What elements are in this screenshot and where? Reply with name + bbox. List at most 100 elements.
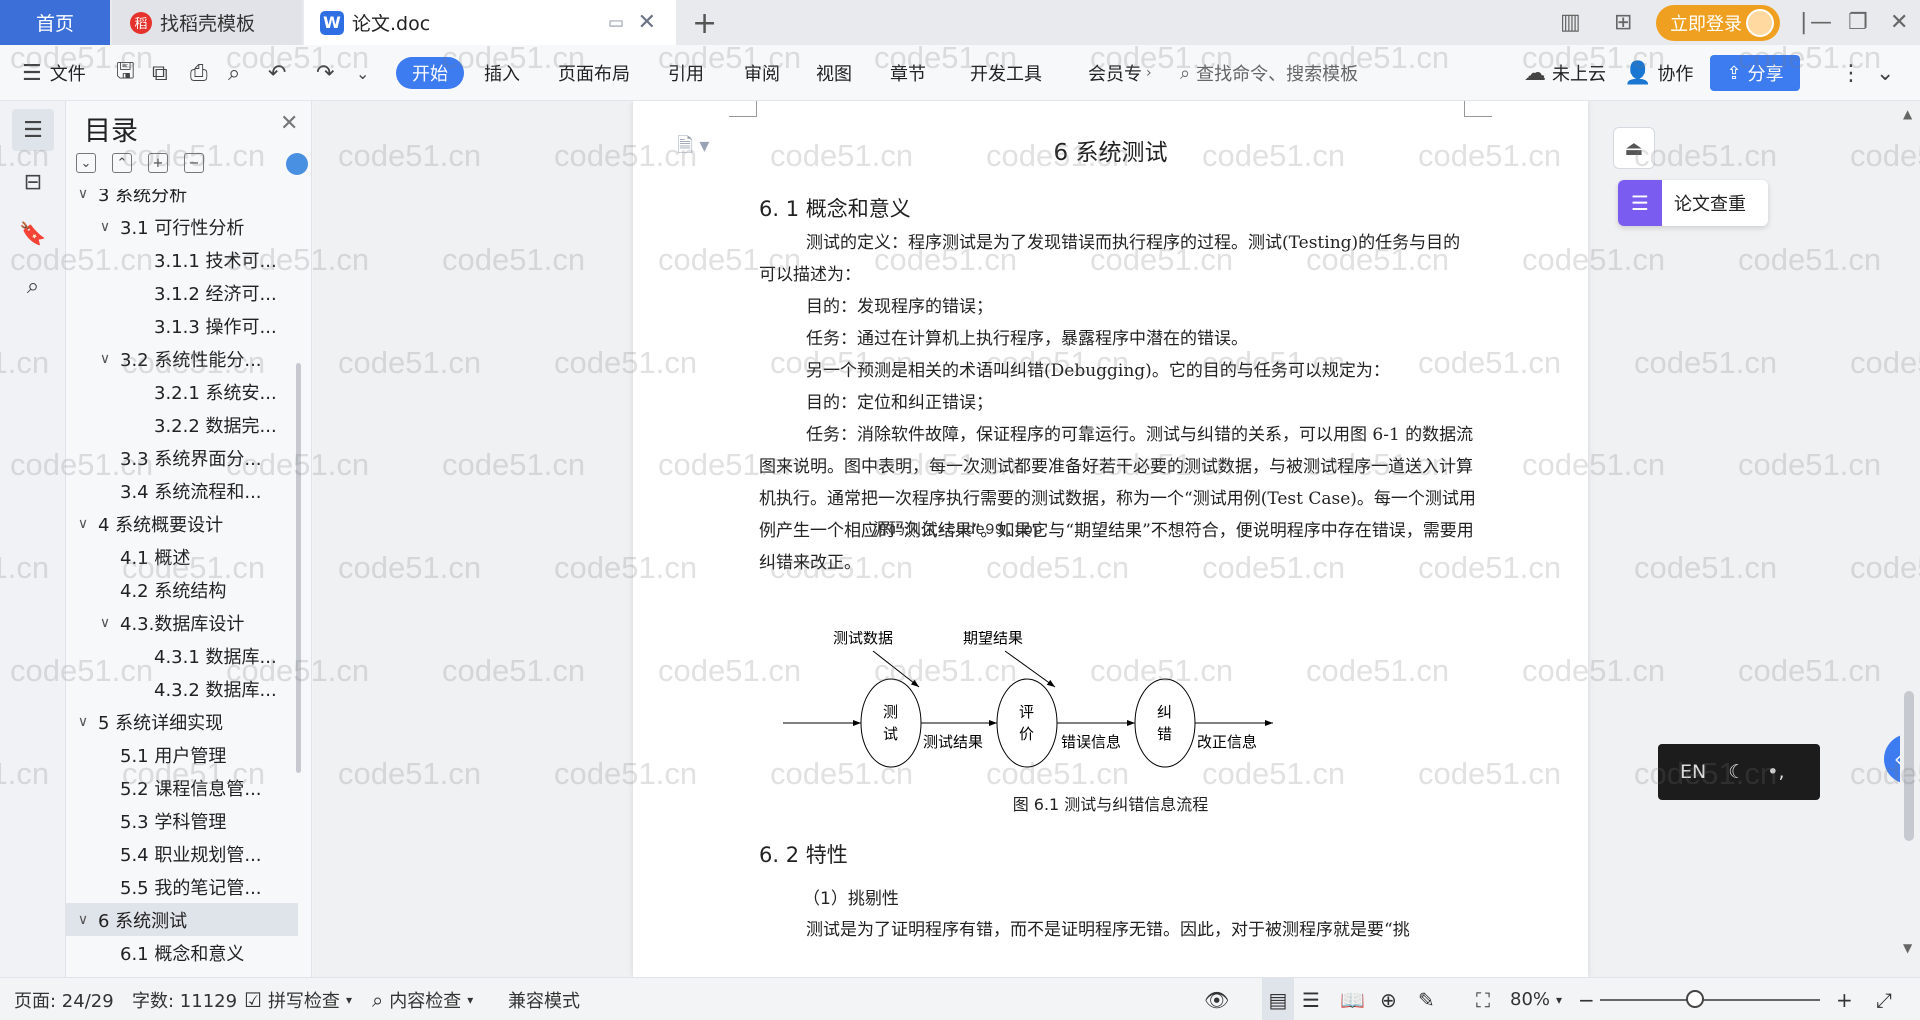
toc-scrollbar[interactable] — [296, 363, 301, 773]
tab-home[interactable]: 首页 — [0, 0, 110, 45]
toc-item[interactable]: 5.3 学科管理 — [66, 804, 298, 837]
share-button[interactable]: ⇪ 分享 — [1710, 55, 1800, 91]
menu-references[interactable]: 引用 — [668, 57, 704, 89]
more-icon[interactable]: ⋮ — [1840, 57, 1862, 89]
toc-item[interactable]: ∨ 3.1 可行性分析 — [66, 210, 298, 243]
moon-icon[interactable]: ☾ — [1728, 761, 1745, 783]
write-mode-icon[interactable]: ✎ — [1418, 978, 1435, 1020]
chevron-down-icon[interactable]: ∨ — [96, 219, 114, 235]
page-view-icon[interactable]: ▤ — [1262, 978, 1294, 1020]
redo-icon[interactable]: ↷ — [316, 57, 334, 89]
login-button[interactable]: 立即登录 — [1656, 5, 1780, 41]
toc-item[interactable]: 4.3.1 数据库... — [66, 639, 298, 672]
undo-icon[interactable]: ↶ — [268, 57, 286, 89]
tab-daoke[interactable]: 稻 找稻壳模板 — [112, 0, 302, 45]
add-heading-icon[interactable]: + — [148, 153, 168, 173]
tab-document[interactable]: W 论文.doc ▭ ✕ — [304, 0, 676, 45]
toc-item[interactable]: ∨ 6 系统测试 — [66, 903, 298, 936]
menu-page-layout[interactable]: 页面布局 — [558, 57, 630, 89]
menu-member[interactable]: 会员专 › — [1088, 57, 1152, 89]
toc-item[interactable]: 5.1 用户管理 — [66, 738, 298, 771]
outline-view-icon[interactable]: ☰ — [1302, 978, 1320, 1020]
toc-item[interactable]: 4.3.2 数据库... — [66, 672, 298, 705]
chevron-down-icon[interactable]: ∨ — [74, 189, 92, 202]
ai-assistant-icon[interactable] — [286, 153, 308, 175]
menu-start[interactable]: 开始 — [396, 57, 464, 89]
toc-item[interactable]: 3.4 系统流程和... — [66, 474, 298, 507]
scroll-up-icon[interactable]: ▲ — [1903, 107, 1912, 121]
remove-heading-icon[interactable]: − — [184, 153, 204, 173]
print-icon[interactable]: ⎙ — [190, 57, 208, 89]
toc-item[interactable]: 3.1.1 技术可... — [66, 243, 298, 276]
scroll-down-icon[interactable]: ▼ — [1903, 941, 1912, 955]
toc-item[interactable]: 4.1 概述 — [66, 540, 298, 573]
toc-item[interactable]: ∨ 3 系统分析 — [66, 189, 298, 210]
zoom-in-icon[interactable]: + — [1836, 978, 1853, 1020]
close-tab-icon[interactable]: ✕ — [638, 10, 656, 35]
panel-collapse-icon[interactable]: ⏏ — [1613, 127, 1655, 169]
toc-item[interactable]: 4.2 系统结构 — [66, 573, 298, 606]
fullscreen-icon[interactable]: ⤢ — [1876, 978, 1892, 1020]
read-view-icon[interactable]: 📖 — [1340, 978, 1365, 1020]
toc-item[interactable]: 5.5 我的笔记管... — [66, 870, 298, 903]
file-menu[interactable]: ☰ 文件 — [22, 57, 86, 89]
zoom-slider[interactable] — [1600, 999, 1820, 1001]
zoom-level[interactable]: 80% ▾ — [1510, 978, 1562, 1020]
toc-item[interactable]: 5.4 职业规划管... — [66, 837, 298, 870]
punctuation-icon[interactable]: •, — [1767, 761, 1784, 783]
document-page[interactable]: 🗎 ▾ 6 系统测试 6. 1 概念和意义 测试的定义：程序测试是为了发现错误而… — [633, 101, 1588, 977]
chevron-down-icon[interactable]: ∨ — [96, 615, 114, 631]
print-preview-icon[interactable]: ⌕ — [228, 57, 240, 89]
expand-all-icon[interactable]: ⌃ — [112, 153, 132, 173]
apps-grid-icon[interactable]: ⊞ — [1614, 0, 1632, 45]
close-window-icon[interactable]: ✕ — [1890, 0, 1908, 45]
toc-item[interactable]: 3.2.2 数据完... — [66, 408, 298, 441]
minimize-icon[interactable]: — — [1810, 0, 1832, 45]
collapse-ribbon-icon[interactable]: ⌄ — [1876, 57, 1894, 89]
zoom-slider-handle[interactable] — [1686, 990, 1704, 1008]
collapse-all-icon[interactable]: ⌄ — [76, 153, 96, 173]
paper-check-button[interactable]: ☰ 论文查重 — [1618, 180, 1768, 226]
menu-chapter[interactable]: 章节 — [890, 57, 926, 89]
reading-layout-icon[interactable]: ▥ — [1560, 0, 1581, 45]
chevron-down-icon[interactable]: ∨ — [74, 912, 92, 928]
toc-item[interactable]: ∨ 4.3.数据库设计 — [66, 606, 298, 639]
window-pin-icon[interactable]: ▭ — [608, 13, 624, 33]
zoom-out-icon[interactable]: − — [1578, 978, 1595, 1020]
toc-item[interactable]: 3.3 系统界面分... — [66, 441, 298, 474]
word-count[interactable]: 字数: 11129 — [132, 978, 237, 1020]
new-tab-icon[interactable]: + — [692, 6, 717, 41]
find-icon[interactable]: ⌕ — [12, 265, 54, 307]
chevron-down-icon[interactable]: ∨ — [74, 516, 92, 532]
spell-check[interactable]: ☑ 拼写检查 ▾ — [244, 978, 352, 1020]
page-count[interactable]: 页面: 24/29 — [14, 978, 114, 1020]
save-icon[interactable]: 🖫 — [116, 57, 135, 89]
eye-protection-icon[interactable]: 👁 — [1204, 978, 1229, 1020]
ime-toolbar[interactable]: EN ☾ •, — [1658, 744, 1820, 800]
chevron-down-icon[interactable]: ∨ — [74, 714, 92, 730]
restore-icon[interactable]: ❐ — [1848, 0, 1868, 45]
toc-panel-icon[interactable]: ☰ — [12, 109, 54, 151]
toc-item[interactable]: 3.1.2 经济可... — [66, 276, 298, 309]
command-search[interactable]: ⌕ 查找命令、搜索模板 — [1180, 57, 1358, 89]
collab-button[interactable]: 👤 协作 — [1624, 57, 1693, 89]
web-view-icon[interactable]: ⊕ — [1380, 978, 1397, 1020]
menu-review[interactable]: 审阅 — [744, 57, 780, 89]
fit-page-icon[interactable]: ⛶ — [1476, 978, 1490, 1020]
toc-item[interactable]: ∨ 5 系统详细实现 — [66, 705, 298, 738]
toc-item[interactable]: ∨ 3.2 系统性能分... — [66, 342, 298, 375]
scrollbar-thumb[interactable] — [1904, 691, 1914, 841]
quick-access-dropdown-icon[interactable]: ⌄ — [356, 57, 369, 89]
toc-item[interactable]: 5.2 课程信息管... — [66, 771, 298, 804]
chapter-nav-icon[interactable]: ⊟ — [12, 161, 54, 203]
toc-item[interactable]: 6.1 概念和意义 — [66, 936, 298, 969]
toc-item[interactable]: 3.2.1 系统安... — [66, 375, 298, 408]
compat-mode[interactable]: 兼容模式 — [508, 978, 580, 1020]
vertical-scrollbar[interactable]: ▲ ▼ — [1900, 101, 1920, 977]
menu-insert[interactable]: 插入 — [484, 57, 520, 89]
menu-view[interactable]: 视图 — [816, 57, 852, 89]
toc-item[interactable]: ∨ 4 系统概要设计 — [66, 507, 298, 540]
bookmark-icon[interactable]: 🔖 — [12, 213, 54, 255]
toc-item[interactable]: 3.1.3 操作可... — [66, 309, 298, 342]
content-check[interactable]: ⌕ 内容检查 ▾ — [372, 978, 473, 1020]
